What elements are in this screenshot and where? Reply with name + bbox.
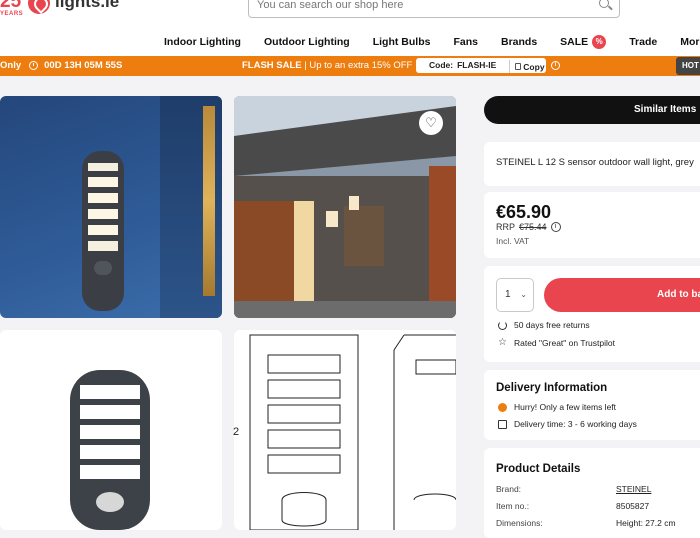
nav-sale-label: SALE bbox=[560, 36, 589, 48]
detail-label: Item no.: bbox=[496, 501, 530, 511]
detail-row-item-no: Item no.: 8505827 bbox=[496, 501, 700, 511]
similar-items-button[interactable]: Similar Items bbox=[484, 96, 700, 124]
nav-more[interactable]: More bbox=[680, 35, 700, 49]
rrp: RRP €75.44 i bbox=[496, 222, 561, 232]
copy-code-button[interactable]: Copy bbox=[509, 60, 545, 73]
warning-icon bbox=[498, 402, 507, 412]
hot-tab[interactable]: HOT bbox=[676, 57, 700, 75]
quantity-select[interactable]: 1 ⌄ bbox=[496, 278, 534, 312]
returns-note: 50 days free returns bbox=[498, 320, 590, 330]
logo-years: 25 YEARS bbox=[0, 0, 24, 17]
delivery-title: Delivery Information bbox=[496, 382, 608, 394]
product-price: €65.90 bbox=[496, 202, 552, 222]
stock-text: Hurry! Only a few items left bbox=[514, 402, 617, 412]
delivery-card: Delivery Information Hurry! Only a few i… bbox=[484, 370, 700, 440]
detail-label: Brand: bbox=[496, 484, 522, 494]
countdown: Only 00D 13H 05M 55S bbox=[0, 60, 122, 71]
nav-fans[interactable]: Fans bbox=[453, 35, 478, 49]
site-header: 25YEARS lights.ie Indoor Lighting Outdoo… bbox=[0, 0, 700, 56]
copy-icon bbox=[515, 63, 522, 70]
search-bar bbox=[248, 0, 620, 18]
lamp-product-illustration bbox=[70, 370, 150, 530]
price-card: €65.90 RRP €75.44 i Incl. VAT bbox=[484, 192, 700, 258]
details-title: Product Details bbox=[496, 463, 581, 475]
quantity-value: 1 bbox=[505, 289, 511, 300]
coupon-code: Code: FLASH-IE Copy bbox=[416, 58, 546, 73]
detail-value: 8505827 bbox=[616, 501, 650, 511]
vat-note: Incl. VAT bbox=[496, 236, 530, 246]
returns-text: 50 days free returns bbox=[514, 320, 590, 330]
product-photo-night-wall[interactable] bbox=[0, 96, 222, 318]
product-dimension-drawing[interactable] bbox=[234, 330, 456, 530]
main-nav: Indoor Lighting Outdoor Lighting Light B… bbox=[164, 35, 700, 49]
coupon-label: Code: bbox=[429, 60, 454, 70]
brand-link[interactable]: STEINEL bbox=[616, 484, 651, 494]
product-photo-lamp[interactable] bbox=[0, 330, 222, 530]
detail-value: Height: 27.2 cm bbox=[616, 518, 676, 528]
search-input[interactable] bbox=[249, 0, 579, 17]
nav-trade[interactable]: Trade bbox=[629, 35, 657, 49]
returns-icon bbox=[498, 320, 507, 330]
add-to-basket-button[interactable]: Add to basket bbox=[544, 278, 700, 312]
search-icon[interactable] bbox=[599, 0, 609, 8]
light-bar bbox=[203, 106, 215, 296]
detail-row-dimensions: Dimensions: Height: 27.2 cm bbox=[496, 518, 700, 528]
rating-note: ☆ Rated "Great" on Trustpilot bbox=[498, 337, 615, 349]
copy-label: Copy bbox=[523, 61, 545, 72]
dimension-drawing-illustration bbox=[249, 334, 456, 530]
nav-outdoor-lighting[interactable]: Outdoor Lighting bbox=[264, 35, 350, 49]
wishlist-heart-icon[interactable]: ♡ bbox=[419, 111, 443, 135]
logo-mark-icon bbox=[28, 0, 50, 14]
flash-sale-bar: Only 00D 13H 05M 55S FLASH SALE | Up to … bbox=[0, 56, 700, 76]
flash-info-icon[interactable]: i bbox=[551, 61, 560, 70]
rrp-value: €75.44 bbox=[519, 222, 547, 232]
dimension-label: 2 bbox=[233, 426, 240, 438]
lamp-illustration bbox=[82, 151, 124, 311]
chevron-down-icon: ⌄ bbox=[520, 290, 527, 299]
countdown-timer: 00D 13H 05M 55S bbox=[44, 60, 123, 71]
nav-indoor-lighting[interactable]: Indoor Lighting bbox=[164, 35, 241, 49]
delivery-time: Delivery time: 3 - 6 working days bbox=[498, 419, 637, 429]
rrp-info-icon[interactable]: i bbox=[550, 222, 561, 232]
clock-icon bbox=[29, 61, 39, 70]
nav-light-bulbs[interactable]: Light Bulbs bbox=[373, 35, 431, 49]
delivery-time-text: Delivery time: 3 - 6 working days bbox=[514, 419, 637, 429]
stock-note: Hurry! Only a few items left bbox=[498, 402, 616, 412]
sale-percent-icon: % bbox=[592, 35, 607, 49]
flash-headline-title: FLASH SALE bbox=[242, 60, 302, 71]
buy-card: 1⌄ Add to basket 50 days free returns ☆R… bbox=[484, 266, 700, 362]
detail-label: Dimensions: bbox=[496, 518, 543, 528]
rrp-label: RRP bbox=[496, 222, 516, 232]
detail-row-brand: Brand: STEINEL bbox=[496, 484, 700, 494]
rating-text: Rated "Great" on Trustpilot bbox=[513, 338, 615, 348]
calendar-icon bbox=[498, 419, 507, 429]
flash-headline-detail: | Up to an extra 15% OFF bbox=[301, 60, 413, 71]
logo-text: lights.ie bbox=[55, 0, 120, 11]
countdown-prefix: Only bbox=[0, 60, 22, 71]
product-title: STEINEL L 12 S sensor outdoor wall light… bbox=[496, 157, 694, 168]
product-title-card: STEINEL L 12 S sensor outdoor wall light… bbox=[484, 142, 700, 186]
nav-brands[interactable]: Brands bbox=[501, 35, 537, 49]
star-icon: ☆ bbox=[498, 337, 507, 348]
coupon-value: FLASH-IE bbox=[457, 60, 497, 70]
flash-headline: FLASH SALE | Up to an extra 15% OFF bbox=[242, 60, 412, 71]
nav-sale[interactable]: SALE% bbox=[560, 35, 607, 49]
